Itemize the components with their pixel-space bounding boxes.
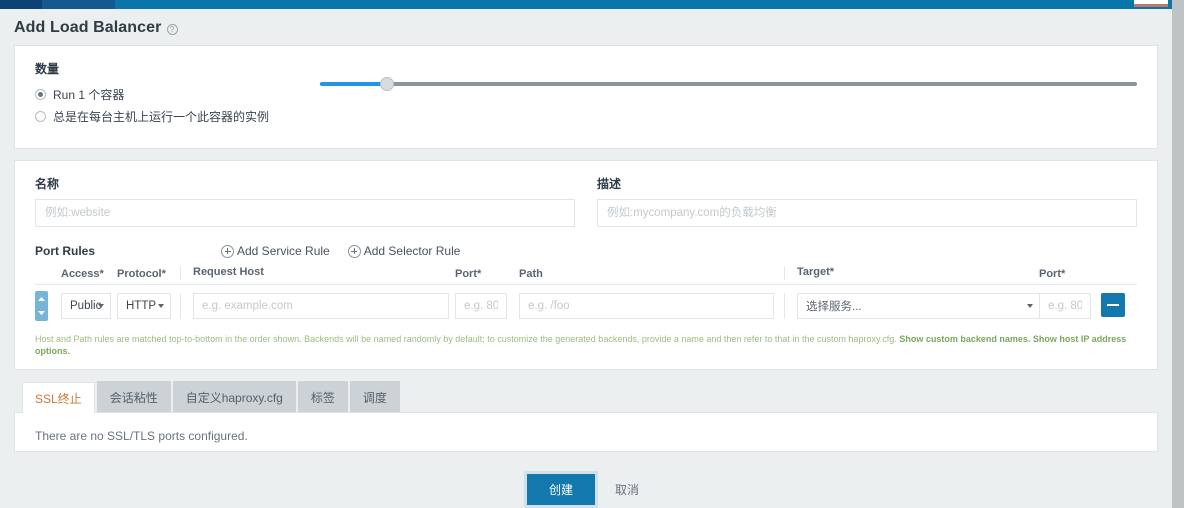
table-header-row: Access* Protocol* Request Host Port* Pat… <box>35 266 1137 285</box>
description-label: 描述 <box>597 177 622 191</box>
request-host-input[interactable] <box>193 293 449 319</box>
access-select-value: Public <box>70 300 102 312</box>
show-custom-backend-names-link[interactable]: Show custom backend names. <box>899 334 1030 344</box>
name-input[interactable] <box>35 199 575 227</box>
radio-global[interactable] <box>35 111 46 122</box>
top-bar-badge[interactable] <box>1134 0 1168 7</box>
form-footer: 创建 取消 <box>0 452 1172 506</box>
brand-top-bar <box>0 0 1172 9</box>
scale-label: 数量 <box>35 62 60 76</box>
request-host-cell <box>180 293 455 319</box>
col-request-host: Request Host <box>180 266 455 280</box>
target-port-input[interactable] <box>1039 293 1091 319</box>
plus-circle-icon <box>221 244 234 258</box>
table-row: Public HTTP e.g. example.com e.g. 80 e.g… <box>35 285 1137 327</box>
brand-bar-segment-2 <box>42 0 115 9</box>
chevron-down-icon <box>158 304 164 308</box>
scale-slider-fill <box>320 82 387 86</box>
page-scrollbar[interactable] <box>1172 0 1184 508</box>
description-field-group: 描述 <box>597 175 1137 227</box>
add-selector-rule-label: Add Selector Rule <box>363 244 461 258</box>
radio-option-global[interactable]: 总是在每台主机上运行一个此容器的实例 <box>35 108 320 125</box>
settings-tabs-wrap: SSL终止 会话粘性 自定义haproxy.cfg 标签 调度 There ar… <box>14 381 1158 453</box>
name-field-group: 名称 <box>35 175 575 227</box>
remove-rule-button[interactable] <box>1101 293 1125 317</box>
target-select-value: 选择服务... <box>806 301 862 313</box>
path-cell <box>519 293 784 319</box>
chevron-down-icon <box>38 311 45 315</box>
name-description-row: 名称 描述 <box>35 175 1137 227</box>
plus-circle-icon <box>347 244 361 258</box>
col-path: Path <box>519 268 543 280</box>
port-rules-table: Access* Protocol* Request Host Port* Pat… <box>35 266 1137 327</box>
col-port: Port* <box>455 268 482 280</box>
reorder-cell <box>35 291 61 321</box>
create-button[interactable]: 创建 <box>526 474 595 506</box>
port-input[interactable] <box>455 293 507 319</box>
name-label: 名称 <box>35 177 60 191</box>
brand-bar-segment-3 <box>115 0 1172 9</box>
scale-slider-wrap <box>320 60 1137 91</box>
cancel-button[interactable]: 取消 <box>609 480 645 499</box>
path-input[interactable] <box>519 293 774 319</box>
chevron-up-icon <box>38 297 45 301</box>
scale-options: 数量 Run 1 个容器 总是在每台主机上运行一个此容器的实例 <box>35 60 320 130</box>
protocol-select[interactable]: HTTP <box>117 293 171 319</box>
tab-ssl-termination[interactable]: SSL终止 <box>22 382 95 414</box>
scale-card: 数量 Run 1 个容器 总是在每台主机上运行一个此容器的实例 <box>14 45 1158 149</box>
protocol-select-value: HTTP <box>126 300 157 312</box>
tab-panel-message: There are no SSL/TLS ports configured. <box>35 429 248 444</box>
port-cell <box>455 293 519 319</box>
scale-slider[interactable] <box>320 77 1137 91</box>
page-header: Add Load Balancer ? <box>0 9 1172 45</box>
port-rules-title: Port Rules <box>35 244 96 258</box>
radio-run-count-label: Run 1 个容器 <box>53 88 125 102</box>
target-select[interactable]: 选择服务... <box>797 293 1040 319</box>
details-card: 名称 描述 Port Rules Add Service Rule Add Se… <box>14 160 1158 371</box>
page-container: Add Load Balancer ? 数量 Run 1 个容器 总是在每台主机… <box>0 9 1172 508</box>
settings-tabs: SSL终止 会话粘性 自定义haproxy.cfg 标签 调度 <box>14 381 1158 414</box>
chevron-down-icon <box>98 304 104 308</box>
scale-slider-thumb[interactable] <box>379 77 394 91</box>
page-scrollbar-thumb[interactable] <box>1172 0 1184 508</box>
target-cell: 选择服务... <box>784 293 1040 319</box>
reorder-handle[interactable] <box>35 291 48 321</box>
target-port-cell <box>1039 293 1101 319</box>
add-selector-rule-button[interactable]: Add Selector Rule <box>347 244 461 258</box>
access-cell: Public <box>61 293 117 319</box>
help-circle-icon[interactable]: ? <box>166 24 178 35</box>
chevron-down-icon <box>1027 304 1033 308</box>
page-title: Add Load Balancer <box>14 19 162 36</box>
tab-labels[interactable]: 标签 <box>297 381 348 413</box>
tab-scheduling[interactable]: 调度 <box>349 381 400 413</box>
port-rules-header: Port Rules Add Service Rule Add Selector… <box>35 244 1137 258</box>
tab-panel: There are no SSL/TLS ports configured. <box>14 412 1158 453</box>
access-select[interactable]: Public <box>61 293 111 319</box>
col-access: Access* <box>61 268 104 280</box>
radio-global-label: 总是在每台主机上运行一个此容器的实例 <box>53 110 270 124</box>
port-rules-hint: Host and Path rules are matched top-to-b… <box>35 334 1137 357</box>
tab-session-stickiness[interactable]: 会话粘性 <box>96 381 171 413</box>
col-target: Target* <box>784 266 1039 280</box>
port-rules-hint-text: Host and Path rules are matched top-to-b… <box>35 334 900 344</box>
radio-run-count[interactable] <box>35 89 46 100</box>
protocol-cell: HTTP <box>117 293 180 319</box>
col-target-port: Port* <box>1039 268 1066 280</box>
remove-cell <box>1101 293 1137 319</box>
radio-option-run-count[interactable]: Run 1 个容器 <box>35 86 320 103</box>
col-protocol: Protocol* <box>117 268 166 280</box>
tab-custom-haproxy-cfg[interactable]: 自定义haproxy.cfg <box>172 381 296 413</box>
add-service-rule-label: Add Service Rule <box>237 244 330 258</box>
add-service-rule-button[interactable]: Add Service Rule <box>221 244 330 258</box>
brand-bar-segment-1 <box>0 0 42 9</box>
description-input[interactable] <box>597 199 1137 227</box>
